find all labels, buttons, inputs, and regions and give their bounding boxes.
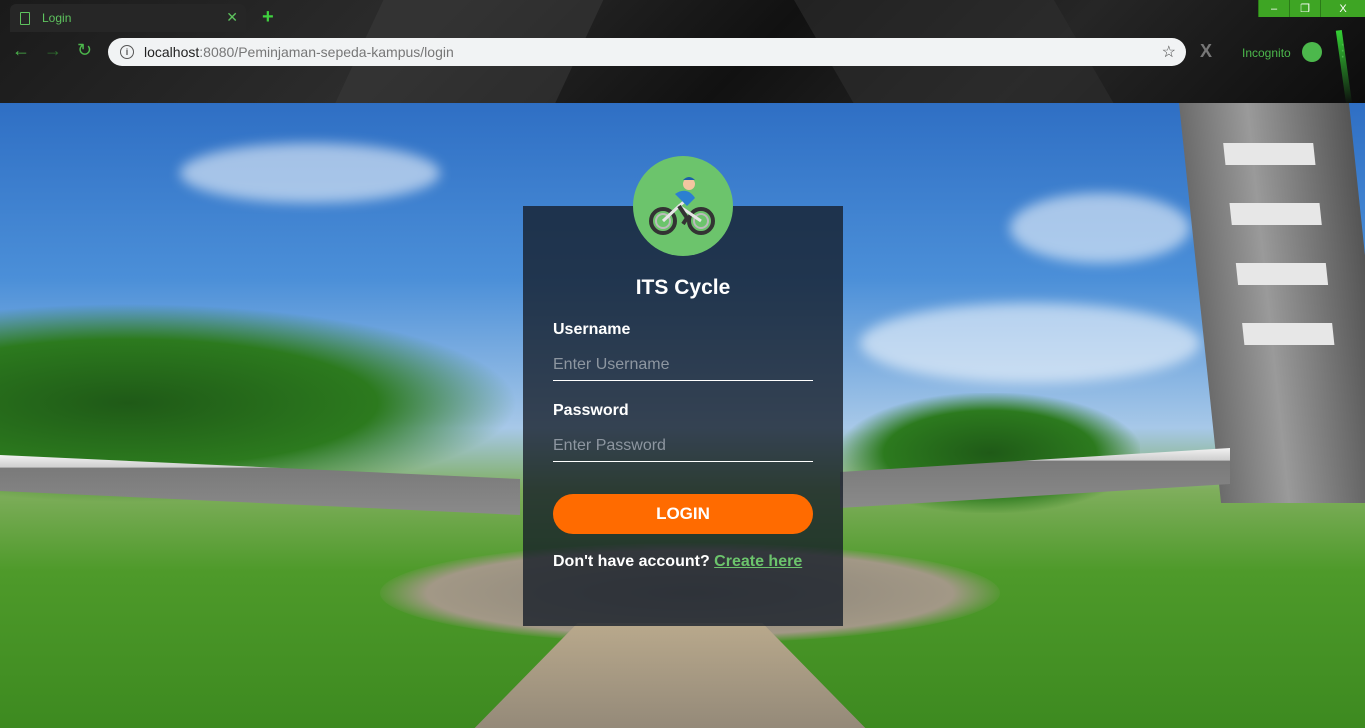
- window-controls: – ❐ X: [1258, 0, 1365, 17]
- walkway: [460, 623, 880, 728]
- cyclist-icon-svg: [649, 177, 715, 235]
- building-window: [1223, 143, 1316, 165]
- building-right: [1178, 103, 1365, 503]
- app-title: ITS Cycle: [635, 276, 731, 299]
- building-window: [1235, 263, 1329, 285]
- new-tab-button[interactable]: +: [262, 6, 274, 29]
- info-icon[interactable]: i: [120, 45, 134, 59]
- menu-dots-icon[interactable]: · · ·: [1340, 37, 1345, 65]
- back-arrow-icon[interactable]: ←: [12, 40, 30, 61]
- username-input[interactable]: [553, 349, 813, 381]
- forward-arrow-icon[interactable]: →: [44, 40, 62, 61]
- restore-button[interactable]: ❐: [1289, 0, 1320, 17]
- close-window-button[interactable]: X: [1320, 0, 1365, 17]
- reload-icon[interactable]: ↻: [77, 40, 92, 61]
- address-bar[interactable]: i localhost:8080/Peminjaman-sepeda-kampu…: [108, 38, 1186, 66]
- cyclist-icon: [633, 156, 733, 256]
- minimize-button[interactable]: –: [1258, 0, 1289, 17]
- browser-chrome: Login ✕ + – ❐ X ← → ↻ i localhost:8080/P…: [0, 0, 1365, 103]
- browser-toolbar: ← → ↻ i localhost:8080/Peminjaman-sepeda…: [0, 36, 1365, 70]
- building-window: [1242, 323, 1335, 345]
- close-tab-icon[interactable]: ✕: [226, 9, 238, 26]
- create-account-link[interactable]: Create here: [714, 553, 802, 570]
- building-window: [1229, 203, 1322, 225]
- browser-tab[interactable]: Login ✕: [10, 4, 246, 32]
- tab-title: Login: [42, 11, 72, 25]
- cloud: [1010, 193, 1190, 263]
- incognito-icon: [1302, 42, 1322, 62]
- url-host: localhost: [144, 44, 200, 60]
- signup-prompt-text: Don't have account?: [553, 553, 710, 570]
- login-button[interactable]: LOGIN: [553, 494, 813, 534]
- password-input[interactable]: [553, 430, 813, 462]
- password-label: Password: [553, 402, 629, 419]
- cloud: [180, 143, 440, 203]
- cloud: [860, 303, 1200, 383]
- extension-x-icon[interactable]: X: [1200, 41, 1212, 62]
- bookmark-star-icon[interactable]: ☆: [1162, 42, 1176, 62]
- incognito-label: Incognito: [1242, 46, 1291, 60]
- page-icon: [20, 11, 30, 25]
- username-label: Username: [553, 321, 631, 338]
- url-path: :8080/Peminjaman-sepeda-kampus/login: [199, 44, 454, 60]
- signup-prompt: Don't have account? Create here: [553, 553, 802, 571]
